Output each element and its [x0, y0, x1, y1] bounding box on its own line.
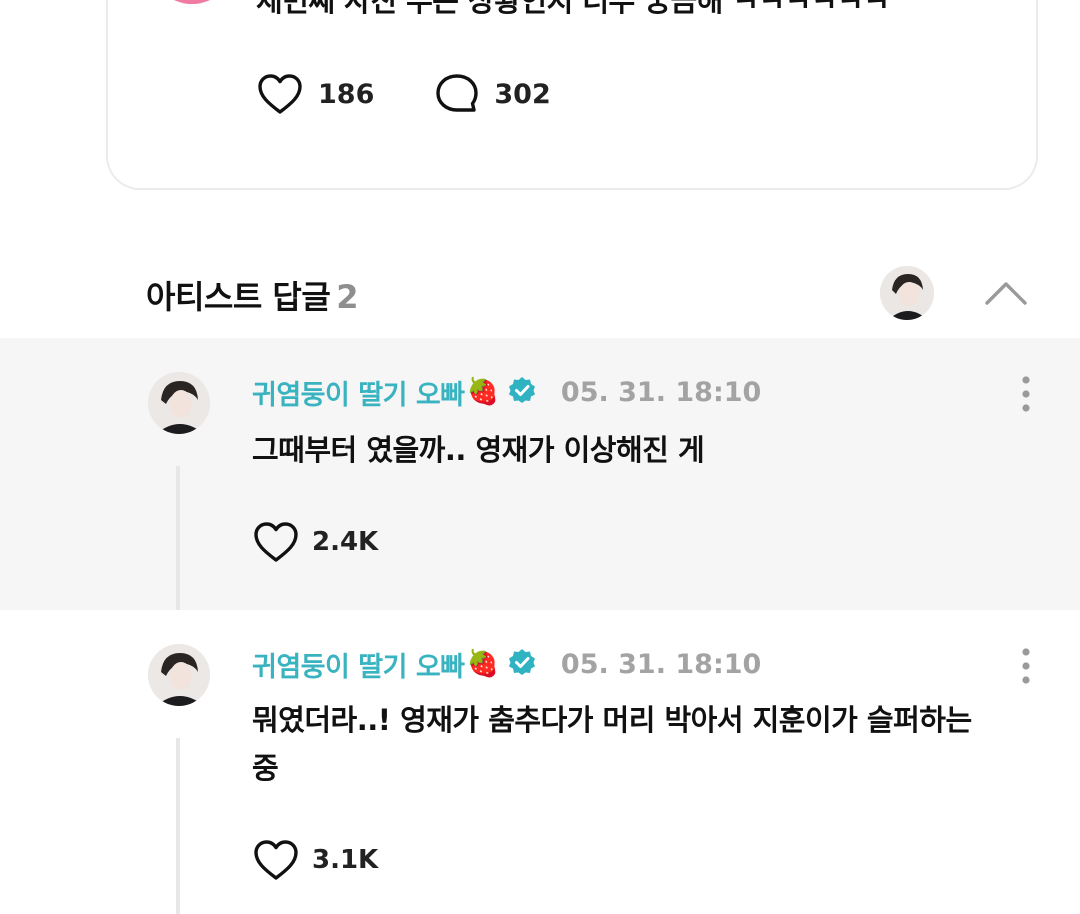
post-author-avatar[interactable] — [150, 0, 234, 4]
artist-reply: 귀염둥이 딸기 오빠 🍓 05. 31. 18:10 뭐였더라..! 영재가 춤추… — [0, 610, 1080, 914]
reply-like-count: 2.4K — [312, 527, 379, 557]
vertical-dots-icon — [1022, 648, 1030, 684]
artist-reply: 귀염둥이 딸기 오빠 🍓 05. 31. 18:10 그때부터 였을까.. 영재가… — [0, 338, 1080, 610]
reply-like-count: 3.1K — [312, 845, 379, 875]
artist-replies-header: 아티스트 답글 2 — [0, 260, 1080, 326]
reply-meta: 귀염둥이 딸기 오빠 🍓 05. 31. 18:10 — [252, 372, 761, 412]
post-like-button[interactable]: 186 — [256, 72, 374, 116]
thread-line — [176, 738, 180, 914]
reply-meta: 귀염둥이 딸기 오빠 🍓 05. 31. 18:10 — [252, 644, 761, 684]
post-text: 세번째 사진 무슨 상황인지 너무 궁금해 ㅋㅋㅋㅋㅋㅋ — [256, 0, 890, 18]
reply-author-name[interactable]: 귀염둥이 딸기 오빠 — [252, 645, 465, 684]
post-comment-count: 302 — [494, 78, 551, 110]
vertical-dots-icon — [1022, 376, 1030, 412]
reply-author-avatar[interactable] — [148, 372, 210, 434]
post-comment-button[interactable]: 302 — [434, 72, 551, 116]
artist-replies-screen: 세번째 사진 무슨 상황인지 너무 궁금해 ㅋㅋㅋㅋㅋㅋ 186 302 아티스… — [0, 0, 1080, 914]
post-like-count: 186 — [318, 78, 375, 110]
reply-text: 그때부터 였을까.. 영재가 이상해진 게 — [252, 433, 705, 467]
section-title-label: 아티스트 답글 — [146, 278, 331, 316]
thread-line — [176, 466, 180, 610]
reply-timestamp: 05. 31. 18:10 — [560, 376, 762, 408]
reply-text: 뭐였더라..! 영재가 춤추다가 머리 박아서 지훈이가 슬퍼하는 중 — [252, 703, 972, 785]
reply-like-button[interactable]: 3.1K — [252, 838, 378, 882]
section-title: 아티스트 답글 2 — [146, 272, 359, 318]
collapse-button[interactable] — [982, 270, 1030, 314]
more-options-button[interactable] — [1012, 646, 1040, 686]
chevron-up-icon — [985, 282, 1027, 305]
strawberry-emoji: 🍓 — [466, 377, 499, 407]
strawberry-emoji: 🍓 — [466, 649, 499, 679]
reply-author-avatar[interactable] — [148, 644, 210, 706]
heart-outline-icon — [258, 74, 302, 114]
reply-author-name[interactable]: 귀염둥이 딸기 오빠 — [252, 373, 465, 412]
post-actions: 186 302 — [256, 72, 611, 116]
speech-bubble-icon — [436, 74, 479, 112]
reply-count: 2 — [336, 278, 359, 316]
artist-avatar[interactable] — [880, 266, 934, 320]
heart-outline-icon — [254, 522, 298, 562]
verified-badge-icon — [507, 375, 537, 409]
verified-badge-icon — [507, 647, 537, 681]
reply-timestamp: 05. 31. 18:10 — [560, 648, 762, 680]
post-card: 세번째 사진 무슨 상황인지 너무 궁금해 ㅋㅋㅋㅋㅋㅋ 186 302 — [106, 0, 1038, 190]
heart-outline-icon — [254, 840, 298, 880]
reply-like-button[interactable]: 2.4K — [252, 520, 378, 564]
more-options-button[interactable] — [1012, 374, 1040, 414]
